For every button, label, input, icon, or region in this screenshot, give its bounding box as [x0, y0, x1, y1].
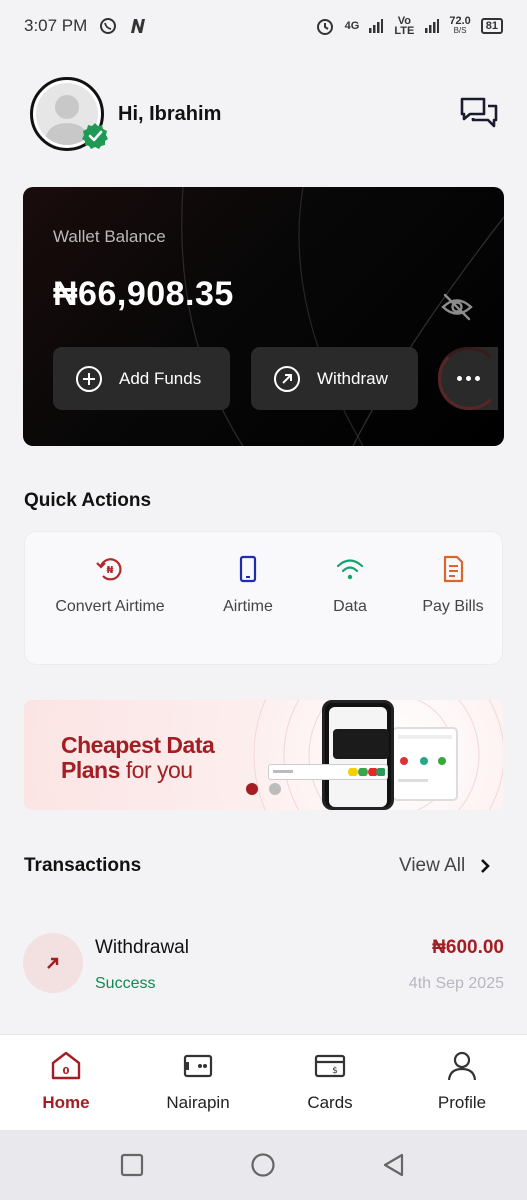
arrow-up-right-icon — [47, 957, 59, 969]
quick-action-label: Airtime — [223, 598, 273, 615]
verified-badge-icon — [82, 123, 108, 149]
whatsapp-icon — [100, 18, 117, 34]
carousel-dot[interactable] — [269, 783, 281, 795]
signal-icon — [369, 19, 384, 33]
nav-label: Profile — [437, 1093, 487, 1112]
more-options-button[interactable] — [438, 347, 501, 410]
transaction-type-icon — [23, 933, 83, 993]
withdraw-button[interactable]: Withdraw — [251, 347, 418, 410]
quick-action-label: Convert Airtime — [55, 598, 165, 615]
transaction-date: 4th Sep 2025 — [408, 975, 504, 992]
convert-airtime-icon: ₦ — [96, 558, 122, 581]
transactions-title: Transactions — [24, 855, 142, 876]
nav-profile[interactable]: Profile — [412, 1049, 512, 1113]
eye-off-icon — [441, 293, 473, 321]
add-funds-button[interactable]: Add Funds — [53, 347, 230, 410]
banner-line-2-rest: for you — [119, 757, 193, 783]
svg-text:₦: ₦ — [107, 565, 114, 576]
transaction-name: Withdrawal — [95, 937, 189, 958]
add-funds-label: Add Funds — [119, 368, 202, 388]
plus-circle-icon — [76, 365, 102, 392]
quick-action-label: Data — [333, 598, 367, 615]
nav-home[interactable]: 0 Home — [16, 1049, 116, 1113]
quick-actions-panel: ₦ Convert Airtime Airtime Data Pay Bills — [24, 531, 503, 665]
quick-action-label: Pay Bills — [422, 598, 484, 615]
wifi-icon — [336, 559, 364, 580]
speed-unit: B/S — [453, 26, 467, 35]
view-all-label: View All — [399, 855, 466, 876]
more-dots-icon — [456, 376, 480, 381]
nav-nairapin[interactable]: Nairapin — [148, 1049, 248, 1113]
banner-tablet-graphic — [392, 727, 458, 801]
carousel-dot-active[interactable] — [246, 783, 258, 795]
profile-icon — [447, 1051, 477, 1081]
signal-icon-2 — [425, 19, 440, 33]
banner-network-bar — [268, 764, 388, 780]
banner-headline: Cheapest Data Plans for you — [61, 732, 215, 783]
transaction-row[interactable]: Withdrawal Success ₦600.00 4th Sep 2025 — [23, 932, 504, 994]
wallet-balance-label: Wallet Balance — [53, 227, 166, 246]
quick-action-pay-bills[interactable]: Pay Bills — [413, 554, 493, 618]
speed-indicator: 72.0 B/S — [449, 16, 470, 36]
alarm-icon — [316, 19, 333, 35]
nav-label: Nairapin — [166, 1093, 230, 1112]
chat-icon — [460, 97, 498, 128]
back-icon[interactable] — [381, 1152, 407, 1178]
recents-icon[interactable] — [119, 1152, 145, 1178]
phone-icon — [239, 555, 257, 583]
bottom-navigation: 0 Home Nairapin $ Cards Profile — [0, 1034, 527, 1130]
n-app-icon — [131, 19, 146, 33]
nav-label: Cards — [307, 1093, 353, 1112]
status-time: 3:07 PM — [24, 16, 88, 35]
greeting-text: Hi, Ibrahim — [118, 102, 222, 125]
speed-value: 72.0 — [449, 15, 471, 27]
quick-action-airtime[interactable]: Airtime — [213, 554, 283, 618]
avatar[interactable] — [30, 77, 108, 151]
wallet-balance-amount: ₦66,908.35 — [53, 275, 234, 313]
nairapin-icon — [183, 1054, 213, 1078]
quick-action-convert-airtime[interactable]: ₦ Convert Airtime — [39, 554, 181, 618]
toggle-balance-visibility[interactable] — [440, 292, 474, 322]
transaction-amount: ₦600.00 — [432, 937, 504, 958]
network-type: 4G — [344, 20, 360, 32]
chevron-right-icon — [481, 859, 491, 873]
home-icon: 0 — [51, 1051, 81, 1080]
quick-actions-title: Quick Actions — [24, 490, 152, 511]
arrow-up-right-circle-icon — [274, 365, 300, 392]
promo-banner[interactable]: Cheapest Data Plans for you — [24, 700, 503, 810]
volte-label: Vo LTE — [394, 15, 415, 37]
quick-action-data[interactable]: Data — [315, 554, 385, 618]
nav-label: Home — [42, 1093, 90, 1112]
header: Hi, Ibrahim — [30, 76, 500, 152]
svg-text:0: 0 — [63, 1066, 70, 1077]
banner-line-2-bold: Plans — [61, 757, 120, 783]
view-all-link[interactable]: View All — [399, 855, 491, 877]
nav-cards[interactable]: $ Cards — [280, 1049, 380, 1113]
banner-phone-graphic — [322, 700, 394, 810]
banner-line-1: Cheapest Data — [61, 732, 215, 758]
document-icon — [443, 555, 464, 583]
svg-text:$: $ — [332, 1066, 338, 1076]
cards-icon: $ — [314, 1054, 346, 1078]
chat-button[interactable] — [458, 93, 500, 135]
status-bar: 3:07 PM 4G Vo LTE 72.0 B/S 81 — [0, 0, 527, 52]
wallet-card: Wallet Balance ₦66,908.35 Add Funds With… — [23, 187, 504, 446]
withdraw-label: Withdraw — [317, 368, 388, 388]
transaction-status: Success — [95, 975, 156, 992]
system-navigation-bar — [0, 1130, 527, 1200]
battery-indicator: 81 — [480, 18, 503, 34]
home-circle-icon[interactable] — [250, 1152, 276, 1178]
